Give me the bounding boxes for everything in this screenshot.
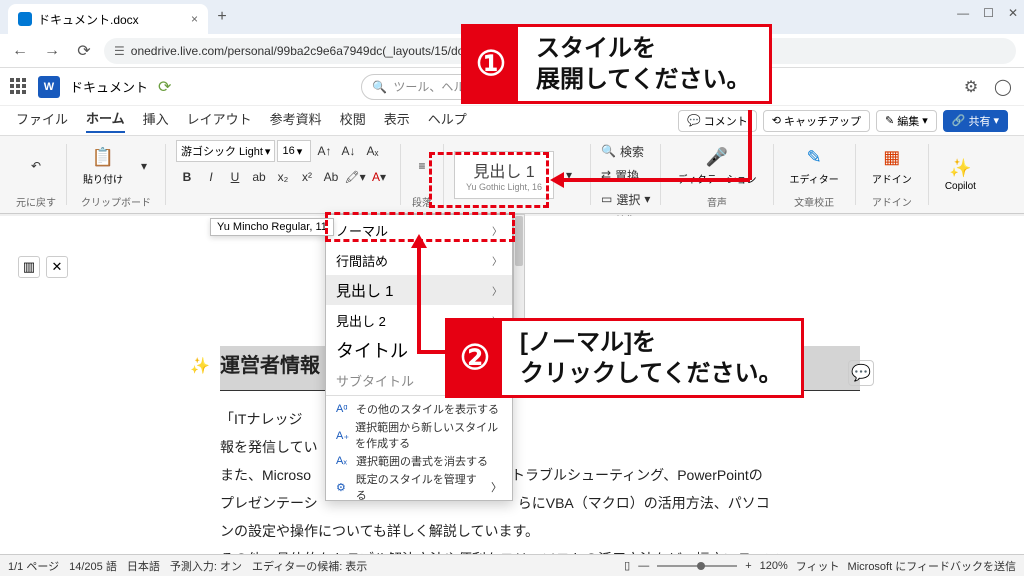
reload-button[interactable]: ⟳ [72, 39, 96, 63]
sync-icon[interactable]: ⟳ [158, 77, 171, 97]
underline-button[interactable]: U [224, 166, 246, 188]
comment-button[interactable]: 💬 コメント [678, 110, 757, 132]
bold-button[interactable]: B [176, 166, 198, 188]
find-button[interactable]: 🔍 検索 [601, 140, 644, 162]
tab-close-icon[interactable]: × [191, 12, 198, 26]
comment-indicator-icon[interactable]: 💬 [848, 360, 874, 386]
zoom-slider[interactable] [657, 565, 737, 567]
decrease-font-button[interactable]: A↓ [337, 140, 359, 162]
window-close-button[interactable]: ✕ [1008, 6, 1018, 20]
arrow-1-head [550, 172, 564, 188]
font-color-button[interactable]: A▾ [368, 166, 390, 188]
catchup-button[interactable]: ⟲ キャッチアップ [763, 110, 870, 132]
font-tooltip: Yu Mincho Regular, 11 [210, 218, 334, 236]
addins-button[interactable]: ▦アドイン [866, 145, 918, 188]
url-text: onedrive.live.com/personal/99ba2c9e6a794… [131, 44, 471, 58]
status-page[interactable]: 1/1 ページ [8, 558, 59, 574]
maximize-button[interactable]: ☐ [983, 6, 994, 20]
arrow-1h [560, 178, 750, 182]
copilot-inline-icon[interactable]: ✨ [190, 356, 210, 376]
highlight-button[interactable]: 🖍▾ [344, 166, 366, 188]
minimize-button[interactable]: — [957, 6, 969, 20]
undo-label: 元に戻す [16, 194, 56, 209]
paste-button[interactable]: 📋貼り付け [77, 145, 129, 188]
tab-title: ドキュメント.docx [38, 11, 139, 28]
tab-layout[interactable]: レイアウト [187, 109, 252, 132]
fit-button[interactable]: フィット [796, 558, 840, 574]
tab-home[interactable]: ホーム [86, 108, 125, 133]
app-launcher-icon[interactable] [10, 78, 28, 96]
arrow-2-head [411, 234, 427, 248]
style-action-create[interactable]: A₊選択範囲から新しいスタイルを作成する [326, 422, 512, 448]
share-button[interactable]: 🔗 共有 ▾ [943, 110, 1008, 132]
side-panel: ▥ ✕ [18, 256, 68, 278]
tab-view[interactable]: 表示 [384, 109, 410, 132]
clear-format-button[interactable]: Aₓ [361, 140, 383, 162]
superscript-button[interactable]: x² [296, 166, 318, 188]
subscript-button[interactable]: x₂ [272, 166, 294, 188]
status-lang[interactable]: 日本語 [127, 558, 160, 574]
ribbon-tabs: ファイル ホーム 挿入 レイアウト 参考資料 校閲 表示 ヘルプ 💬 コメント … [0, 106, 1024, 136]
search-icon: 🔍 [372, 80, 387, 94]
tab-insert[interactable]: 挿入 [143, 109, 169, 132]
arrow-2v [417, 244, 421, 350]
close-pane-icon[interactable]: ✕ [46, 256, 68, 278]
increase-font-button[interactable]: A↑ [313, 140, 335, 162]
replace-button[interactable]: ⇄ 置換 [601, 164, 639, 186]
feedback-link[interactable]: Microsoft にフィードバックを送信 [848, 558, 1016, 574]
bullets-button[interactable]: ≡ [411, 155, 433, 177]
forward-button[interactable]: → [40, 39, 64, 63]
new-tab-button[interactable]: + [208, 8, 236, 26]
strike-button[interactable]: ab [248, 166, 270, 188]
copilot-button[interactable]: ✨Copilot [939, 155, 982, 194]
tab-favicon [18, 12, 32, 26]
tab-references[interactable]: 参考資料 [270, 109, 322, 132]
edit-mode-button[interactable]: ✎ 編集 ▾ [876, 110, 937, 132]
italic-button[interactable]: I [200, 166, 222, 188]
style-action-manage[interactable]: ⚙既定のスタイルを管理する〉 [326, 474, 512, 500]
font-name-select[interactable]: 游ゴシック Light ▾ [176, 140, 275, 162]
arrow-2h [417, 350, 447, 354]
tab-file[interactable]: ファイル [16, 109, 68, 132]
select-button[interactable]: ▭ 選択 ▾ [601, 188, 650, 210]
status-words[interactable]: 14/205 語 [69, 558, 117, 574]
tab-help[interactable]: ヘルプ [428, 109, 467, 132]
settings-icon[interactable]: ⚙ [960, 76, 982, 98]
status-bar: 1/1 ページ 14/205 語 日本語 予測入力: オン エディターの候補: … [0, 554, 1024, 576]
browser-tab[interactable]: ドキュメント.docx × [8, 4, 208, 34]
clipboard-more-button[interactable]: ▾ [133, 155, 155, 177]
site-info-icon[interactable]: ☰ [114, 44, 125, 58]
window-controls: — ☐ ✕ [957, 6, 1018, 20]
editor-button[interactable]: ✎エディター [784, 145, 845, 188]
callout-2: ② [ノーマル]をクリックしてください。 [445, 318, 804, 398]
status-predict[interactable]: 予測入力: オン [170, 558, 242, 574]
back-button[interactable]: ← [8, 39, 32, 63]
font-size-select[interactable]: 16 ▾ [277, 140, 311, 162]
callout-1: ① スタイルを展開してください。 [461, 24, 772, 104]
status-editor[interactable]: エディターの候補: 表示 [252, 558, 367, 574]
tab-review[interactable]: 校閲 [340, 109, 366, 132]
ribbon: ↶ 元に戻す 📋貼り付け ▾ クリップボード 游ゴシック Light ▾ 16 … [0, 136, 1024, 214]
view-mode-icon[interactable]: ▯ [624, 559, 630, 572]
zoom-value[interactable]: 120% [760, 560, 788, 572]
document-name[interactable]: ドキュメント [70, 77, 148, 96]
arrow-1v [748, 110, 752, 180]
nav-pane-icon[interactable]: ▥ [18, 256, 40, 278]
style-preview[interactable]: 見出し 1 Yu Gothic Light, 16 [454, 151, 554, 199]
case-button[interactable]: Ab [320, 166, 342, 188]
account-icon[interactable]: ◯ [992, 76, 1014, 98]
word-logo-icon: W [38, 76, 60, 98]
undo-button[interactable]: ↶ [25, 155, 47, 177]
